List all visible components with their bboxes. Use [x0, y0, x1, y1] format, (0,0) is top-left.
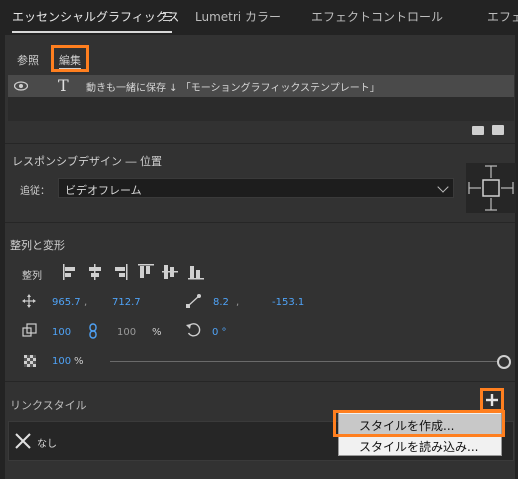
active-tab-indicator	[12, 31, 172, 33]
new-layer-icon[interactable]	[492, 125, 504, 135]
layer-row[interactable]: T 動きも一緒に保存 ↓ 「モーショングラフィックステンプレート」	[8, 75, 514, 97]
layer-list-area	[8, 97, 514, 121]
comma-separator: ,	[84, 297, 88, 308]
align-buttons-group	[63, 264, 204, 280]
opacity-unit: %	[74, 356, 84, 367]
panel-menu-icon[interactable]	[163, 12, 172, 21]
tab-effect-controls[interactable]: エフェクトコントロール	[311, 0, 443, 34]
rotation-icon	[186, 323, 201, 337]
follow-label: 追従：	[20, 186, 50, 197]
comma-separator: ,	[236, 297, 240, 308]
align-center-vertical-icon	[162, 265, 178, 279]
add-style-button[interactable]	[480, 388, 504, 412]
scale-width-value[interactable]: 100	[52, 327, 71, 338]
link-chain-icon[interactable]	[88, 323, 98, 339]
eye-icon[interactable]	[14, 81, 28, 91]
tab-lumetri-color[interactable]: Lumetri カラー	[195, 0, 281, 34]
align-transform-title: 整列と変形	[10, 239, 65, 252]
menu-item-load-label: スタイルを読み込み...	[359, 440, 479, 454]
layer-name: 動きも一緒に保存 ↓ 「モーショングラフィックステンプレート」	[86, 83, 380, 94]
align-top-icon	[138, 264, 154, 278]
responsive-design-title: レスポンシブデザイン ― 位置	[12, 155, 162, 168]
tab-essential-graphics[interactable]: エッセンシャルグラフィックス	[12, 0, 179, 34]
plus-icon	[486, 394, 498, 406]
chevron-down-icon	[437, 181, 449, 193]
align-right-icon	[115, 264, 128, 280]
rotation-value[interactable]: 0 °	[212, 327, 227, 338]
opacity-slider-knob[interactable]	[497, 355, 511, 369]
menu-item-load-style[interactable]: スタイルを読み込み...	[339, 435, 501, 455]
tab-effects-partial[interactable]: エフェ	[487, 0, 518, 34]
anchor-y-value[interactable]: -153.1	[272, 297, 304, 308]
opacity-value[interactable]: 100	[52, 356, 71, 367]
link-style-title: リンクスタイル	[10, 399, 87, 412]
align-bottom-icon	[188, 266, 204, 280]
responsive-pin-widget[interactable]	[466, 163, 516, 213]
text-layer-icon: T	[58, 76, 69, 95]
anchor-x-value[interactable]: 8.2	[213, 297, 229, 308]
create-style-highlight-box	[333, 410, 505, 437]
align-center-horizontal-icon	[89, 264, 101, 280]
new-folder-icon[interactable]	[472, 126, 484, 135]
panel-tab-bar: エッセンシャルグラフィックス Lumetri カラー エフェクトコントロール エ…	[0, 0, 518, 34]
align-left-icon	[63, 264, 75, 280]
scale-icon	[22, 323, 37, 337]
position-y-value[interactable]: 712.7	[112, 297, 141, 308]
opacity-slider-track[interactable]	[110, 361, 500, 362]
opacity-checker-icon	[24, 355, 36, 367]
follow-select-value: ビデオフレーム	[65, 184, 142, 197]
divider	[5, 381, 515, 382]
scale-unit: %	[152, 327, 162, 338]
none-x-icon	[15, 433, 31, 449]
divider	[5, 222, 515, 223]
subtab-browse[interactable]: 参照	[17, 52, 39, 68]
position-icon	[22, 294, 36, 308]
scale-height-value: 100	[117, 327, 137, 338]
position-x-value[interactable]: 965.7	[52, 297, 81, 308]
follow-select[interactable]: ビデオフレーム	[58, 178, 454, 198]
none-label: なし	[37, 439, 57, 450]
anchor-point-icon	[186, 294, 201, 308]
subtab-edit[interactable]: 編集	[59, 52, 81, 69]
divider	[5, 143, 515, 144]
align-label: 整列	[22, 271, 42, 282]
